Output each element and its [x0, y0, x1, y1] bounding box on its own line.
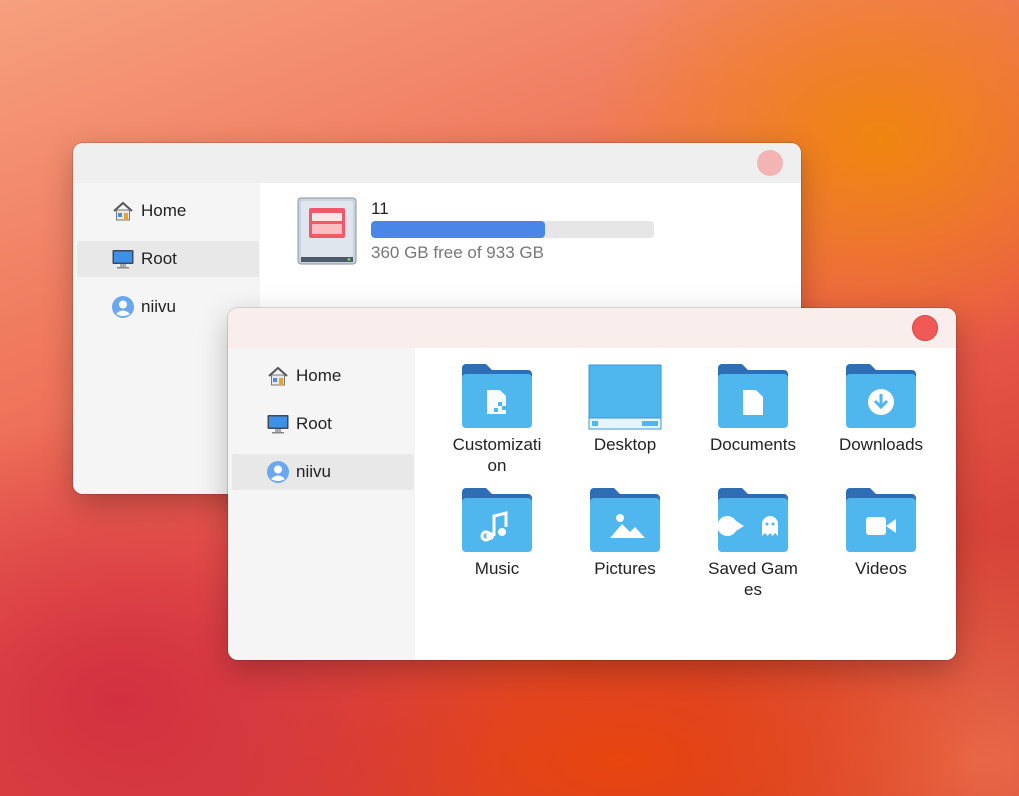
- drive-free-space: 360 GB free of 933 GB: [371, 243, 544, 262]
- sidebar-item-root[interactable]: Root: [77, 241, 259, 277]
- sidebar-item-root[interactable]: Root: [232, 406, 414, 442]
- folder-label: Desktop: [593, 435, 657, 454]
- folder-label: Videos: [855, 559, 907, 578]
- folder-documents[interactable]: Documents: [689, 362, 817, 455]
- saved-games-folder-icon: [717, 488, 788, 552]
- titlebar[interactable]: [73, 143, 801, 183]
- sidebar-item-home[interactable]: Home: [232, 358, 414, 394]
- close-button[interactable]: [912, 315, 938, 341]
- folder-music[interactable]: Music: [433, 486, 561, 579]
- sidebar: Home Root niivu: [228, 348, 415, 660]
- folder-label: Music: [474, 559, 520, 578]
- hard-drive-icon: [297, 197, 357, 265]
- pictures-folder-icon: [590, 488, 660, 552]
- user-icon: [267, 461, 289, 483]
- user-icon: [112, 296, 134, 318]
- folder-videos[interactable]: Videos: [817, 486, 945, 579]
- sidebar-item-label: Root: [296, 414, 332, 433]
- folder-customization[interactable]: Customization: [433, 362, 561, 476]
- sidebar-item-niivu[interactable]: niivu: [232, 454, 414, 490]
- home-icon: [268, 366, 288, 386]
- folder-label: Documents: [710, 435, 796, 454]
- videos-folder-icon: [846, 488, 916, 552]
- folder-label: Saved Games: [708, 559, 798, 599]
- desktop-folder-icon: [588, 364, 662, 430]
- titlebar[interactable]: [228, 308, 956, 348]
- home-icon: [113, 201, 133, 221]
- folder-pictures[interactable]: Pictures: [561, 486, 689, 579]
- drive-usage-bar: [371, 221, 654, 238]
- drive-name: 11: [371, 199, 389, 218]
- sidebar-item-home[interactable]: Home: [77, 193, 259, 229]
- music-folder-icon: [462, 488, 532, 552]
- folder-label: Downloads: [838, 435, 924, 454]
- computer-icon: [112, 250, 134, 269]
- sidebar-item-label: Home: [141, 201, 187, 220]
- folder-label: Customization: [452, 435, 542, 475]
- sidebar-item-label: Root: [141, 249, 177, 268]
- drive-usage-fill: [371, 221, 545, 238]
- computer-icon: [267, 415, 289, 434]
- sidebar-item-label: niivu: [296, 462, 331, 481]
- file-manager-window-front: Home Root niivu Customization Desktop Do…: [228, 308, 956, 660]
- folder-saved-games[interactable]: Saved Games: [689, 486, 817, 600]
- folder-label: Pictures: [594, 559, 656, 578]
- close-button[interactable]: [757, 150, 783, 176]
- sidebar-item-label: Home: [296, 366, 342, 385]
- folder-desktop[interactable]: Desktop: [561, 362, 689, 455]
- folder-grid: Customization Desktop Documents Download…: [415, 348, 956, 660]
- documents-folder-icon: [718, 364, 788, 428]
- customization-folder-icon: [462, 364, 532, 428]
- downloads-folder-icon: [846, 364, 916, 428]
- folder-downloads[interactable]: Downloads: [817, 362, 945, 455]
- sidebar-item-label: niivu: [141, 297, 176, 316]
